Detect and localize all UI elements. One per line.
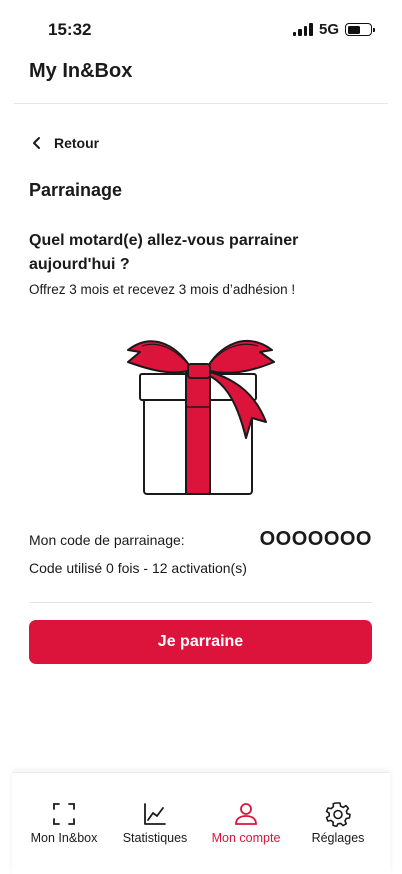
status-indicators: 5G: [292, 21, 375, 38]
back-button[interactable]: Retour: [30, 135, 99, 151]
bottom-tab-bar: Mon In&box Statistiques Mon compte Régla…: [12, 772, 390, 874]
gift-icon: [127, 339, 275, 495]
referral-code-value[interactable]: OOOOOOO: [260, 528, 372, 551]
status-time: 15:32: [48, 20, 92, 39]
referral-code-row: Mon code de parrainage: OOOOOOO: [29, 528, 372, 551]
tab-mon-compte[interactable]: Mon compte: [200, 801, 292, 845]
tab-label: Réglages: [311, 831, 365, 845]
signal-icon: [292, 23, 313, 36]
network-type: 5G: [318, 21, 339, 38]
app-title: My In&Box: [29, 60, 133, 82]
referral-usage: Code utilisé 0 fois - 12 activation(s): [29, 560, 247, 576]
chevron-left-icon: [33, 137, 40, 149]
tab-mon-inbox[interactable]: Mon In&box: [18, 801, 110, 845]
app-header: My In&Box: [14, 58, 388, 104]
battery-icon: [345, 23, 375, 36]
refer-button[interactable]: Je parraine: [29, 620, 372, 664]
gear-icon: [325, 802, 351, 827]
divider: [29, 602, 372, 603]
back-label: Retour: [54, 135, 100, 151]
user-icon: [235, 803, 257, 825]
tab-reglages[interactable]: Réglages: [292, 801, 384, 845]
referral-offer: Offrez 3 mois et recevez 3 mois d’adhési…: [29, 282, 296, 297]
referral-question: Quel motard(e) allez-vous parrainer aujo…: [29, 232, 299, 273]
status-bar: 15:32 5G: [0, 0, 402, 58]
tab-label: Statistiques: [122, 831, 188, 845]
referral-code-label: Mon code de parrainage:: [29, 531, 185, 548]
page-title: Parrainage: [29, 180, 123, 200]
tab-statistiques[interactable]: Statistiques: [109, 801, 201, 845]
chart-icon: [144, 803, 166, 825]
scan-icon: [53, 803, 75, 825]
tab-label: Mon In&box: [30, 831, 98, 845]
tab-label: Mon compte: [211, 831, 281, 845]
